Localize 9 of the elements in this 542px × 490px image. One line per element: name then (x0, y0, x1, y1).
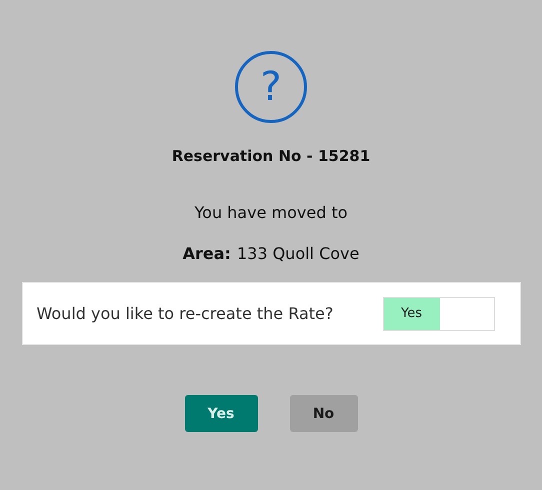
area-value: 133 Quoll Cove (236, 244, 360, 263)
question-text: Would you like to re-create the Rate? (36, 304, 334, 323)
dialog-title: Reservation No - 15281 (172, 147, 370, 165)
no-button[interactable]: No (290, 395, 358, 432)
toggle-switch[interactable]: Yes (382, 296, 494, 330)
message-text: You have moved to (194, 203, 348, 222)
question-icon: ? (235, 51, 307, 123)
yes-button[interactable]: Yes (184, 395, 258, 432)
area-label: Area: (182, 244, 231, 263)
